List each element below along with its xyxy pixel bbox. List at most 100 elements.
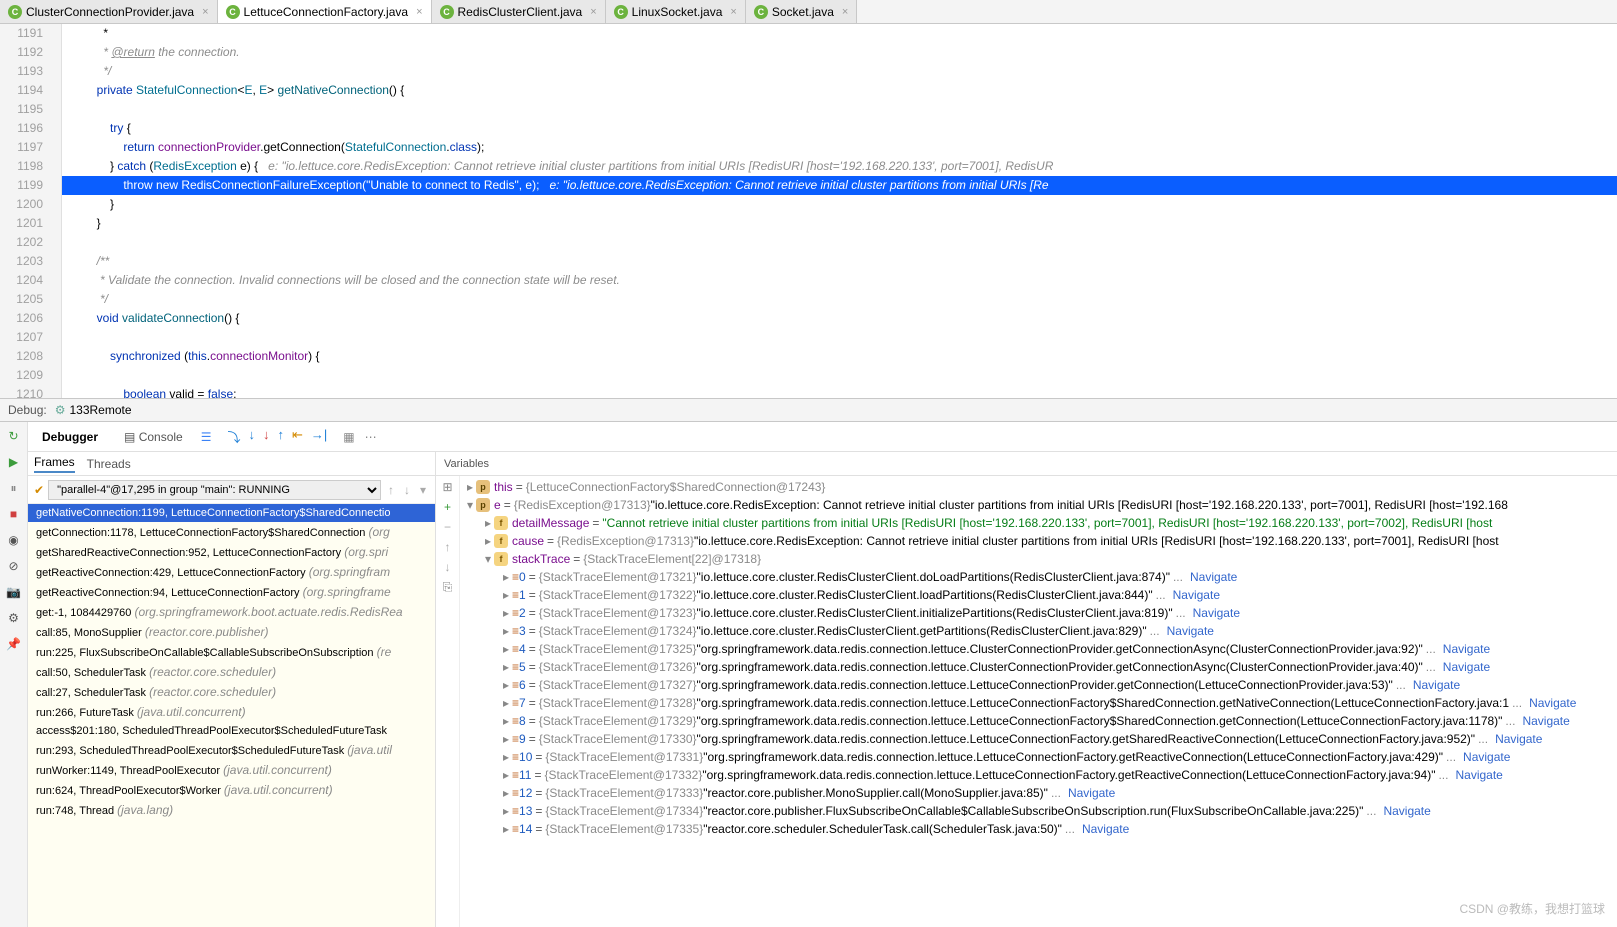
frames-list[interactable]: getNativeConnection:1199, LettuceConnect… [28, 504, 435, 927]
close-icon[interactable]: × [730, 6, 736, 18]
restore-layout-button[interactable]: ⊞ [442, 480, 452, 494]
gutter[interactable]: 1191119211931194119511961197119811991200… [0, 24, 62, 398]
navigate-link[interactable]: Navigate [1173, 588, 1220, 602]
variables-tree[interactable]: ▸pthis={LettuceConnectionFactory$SharedC… [460, 476, 1617, 927]
drop-frame-button[interactable]: ⇤ [292, 427, 303, 446]
tab-3[interactable]: CLinuxSocket.java× [606, 0, 746, 23]
frame-item[interactable]: getNativeConnection:1199, LettuceConnect… [28, 504, 435, 522]
variables-pane: Variables ⊞ + − ↑ ↓ ⎘ ▸pthis={LettuceCon… [436, 452, 1617, 927]
navigate-link[interactable]: Navigate [1443, 642, 1490, 656]
frame-item[interactable]: run:293, ScheduledThreadPoolExecutor$Sch… [28, 740, 435, 760]
var-row[interactable]: ▸≡ 0={StackTraceElement@17321} "io.lettu… [460, 568, 1617, 586]
navigate-link[interactable]: Navigate [1522, 714, 1569, 728]
frame-item[interactable]: call:50, SchedulerTask (reactor.core.sch… [28, 662, 435, 682]
var-row[interactable]: ▸fcause={RedisException@17313} "io.lettu… [460, 532, 1617, 550]
frame-item[interactable]: call:27, SchedulerTask (reactor.core.sch… [28, 682, 435, 702]
pin-button[interactable]: 📌 [4, 634, 24, 654]
new-watch-button[interactable]: + [444, 500, 451, 514]
debug-config[interactable]: ⚙133Remote [55, 403, 132, 417]
frames-tab[interactable]: Frames [34, 455, 75, 473]
tab-4[interactable]: CSocket.java× [746, 0, 857, 23]
navigate-link[interactable]: Navigate [1463, 750, 1510, 764]
debugger-tab[interactable]: Debugger [34, 426, 106, 448]
tab-1[interactable]: CLettuceConnectionFactory.java× [218, 0, 432, 23]
evaluate-button[interactable]: ▦ [343, 430, 354, 444]
navigate-link[interactable]: Navigate [1443, 660, 1490, 674]
frame-item[interactable]: run:225, FluxSubscribeOnCallable$Callabl… [28, 642, 435, 662]
mute-breakpoints-button[interactable]: ⊘ [4, 556, 24, 576]
editor[interactable]: 1191119211931194119511961197119811991200… [0, 24, 1617, 398]
prev-frame-button[interactable]: ↑ [385, 483, 397, 497]
navigate-link[interactable]: Navigate [1190, 570, 1237, 584]
frame-item[interactable]: getReactiveConnection:94, LettuceConnect… [28, 582, 435, 602]
var-row[interactable]: ▸≡ 12={StackTraceElement@17333} "reactor… [460, 784, 1617, 802]
more-button[interactable]: ⋯ [365, 430, 377, 444]
navigate-link[interactable]: Navigate [1413, 678, 1460, 692]
var-row[interactable]: ▸≡ 6={StackTraceElement@17327} "org.spri… [460, 676, 1617, 694]
navigate-link[interactable]: Navigate [1167, 624, 1214, 638]
down-button[interactable]: ↓ [445, 560, 451, 574]
step-over-button[interactable]: ⤵ [227, 427, 240, 446]
navigate-link[interactable]: Navigate [1193, 606, 1240, 620]
filter-button[interactable]: ▾ [417, 483, 429, 497]
frame-item[interactable]: getReactiveConnection:429, LettuceConnec… [28, 562, 435, 582]
var-row[interactable]: ▸≡ 7={StackTraceElement@17328} "org.spri… [460, 694, 1617, 712]
frame-item[interactable]: runWorker:1149, ThreadPoolExecutor (java… [28, 760, 435, 780]
run-to-cursor-button[interactable]: →| [311, 427, 327, 446]
frame-item[interactable]: access$201:180, ScheduledThreadPoolExecu… [28, 722, 435, 740]
frame-item[interactable]: run:266, FutureTask (java.util.concurren… [28, 702, 435, 722]
copy-button[interactable]: ⎘ [443, 580, 453, 595]
navigate-link[interactable]: Navigate [1082, 822, 1129, 836]
view-breakpoints-button[interactable]: ◉ [4, 530, 24, 550]
code-area[interactable]: * * @return the connection. */ private S… [62, 24, 1617, 398]
var-row[interactable]: ▸≡ 11={StackTraceElement@17332} "org.spr… [460, 766, 1617, 784]
step-out-button[interactable]: ↑ [278, 427, 285, 446]
tab-2[interactable]: CRedisClusterClient.java× [432, 0, 606, 23]
close-icon[interactable]: × [842, 6, 848, 18]
stop-button[interactable]: ■ [4, 504, 24, 524]
var-row[interactable]: ▸fdetailMessage="Cannot retrieve initial… [460, 514, 1617, 532]
step-into-button[interactable]: ↓ [249, 427, 256, 446]
tab-0[interactable]: CClusterConnectionProvider.java× [0, 0, 218, 23]
var-row[interactable]: ▸≡ 13={StackTraceElement@17334} "reactor… [460, 802, 1617, 820]
var-row[interactable]: ▾fstackTrace={StackTraceElement[22]@1731… [460, 550, 1617, 568]
navigate-link[interactable]: Navigate [1529, 696, 1576, 710]
navigate-link[interactable]: Navigate [1068, 786, 1115, 800]
var-row[interactable]: ▸≡ 10={StackTraceElement@17331} "org.spr… [460, 748, 1617, 766]
frame-item[interactable]: call:85, MonoSupplier (reactor.core.publ… [28, 622, 435, 642]
rerun-button[interactable]: ↻ [4, 426, 24, 446]
force-step-into-button[interactable]: ↓ [263, 427, 270, 446]
close-icon[interactable]: × [416, 6, 422, 18]
frame-item[interactable]: getConnection:1178, LettuceConnectionFac… [28, 522, 435, 542]
var-row[interactable]: ▸pthis={LettuceConnectionFactory$SharedC… [460, 478, 1617, 496]
close-icon[interactable]: × [202, 6, 208, 18]
var-row[interactable]: ▸≡ 14={StackTraceElement@17335} "reactor… [460, 820, 1617, 838]
settings-button[interactable]: ⚙ [4, 608, 24, 628]
console-tab[interactable]: ▤ Console [116, 426, 191, 448]
var-row[interactable]: ▸≡ 3={StackTraceElement@17324} "io.lettu… [460, 622, 1617, 640]
next-frame-button[interactable]: ↓ [401, 483, 413, 497]
navigate-link[interactable]: Navigate [1383, 804, 1430, 818]
threads-tab[interactable]: Threads [87, 457, 131, 471]
navigate-link[interactable]: Navigate [1495, 732, 1542, 746]
frame-item[interactable]: getSharedReactiveConnection:952, Lettuce… [28, 542, 435, 562]
var-row[interactable]: ▸≡ 4={StackTraceElement@17325} "org.spri… [460, 640, 1617, 658]
frame-item[interactable]: run:624, ThreadPoolExecutor$Worker (java… [28, 780, 435, 800]
var-row[interactable]: ▸≡ 2={StackTraceElement@17323} "io.lettu… [460, 604, 1617, 622]
pause-button[interactable]: ⏸ [4, 478, 24, 498]
var-row[interactable]: ▸≡ 9={StackTraceElement@17330} "org.spri… [460, 730, 1617, 748]
resume-button[interactable]: ▶ [4, 452, 24, 472]
thread-dropdown[interactable]: "parallel-4"@17,295 in group "main": RUN… [48, 480, 381, 500]
navigate-link[interactable]: Navigate [1455, 768, 1502, 782]
snapshot-button[interactable]: 📷 [4, 582, 24, 602]
threads-icon[interactable]: ☰ [201, 430, 212, 444]
var-row[interactable]: ▸≡ 1={StackTraceElement@17322} "io.lettu… [460, 586, 1617, 604]
remove-watch-button[interactable]: − [444, 520, 451, 534]
close-icon[interactable]: × [590, 6, 596, 18]
frame-item[interactable]: run:748, Thread (java.lang) [28, 800, 435, 820]
var-row[interactable]: ▸≡ 8={StackTraceElement@17329} "org.spri… [460, 712, 1617, 730]
var-row[interactable]: ▸≡ 5={StackTraceElement@17326} "org.spri… [460, 658, 1617, 676]
up-button[interactable]: ↑ [445, 540, 451, 554]
frame-item[interactable]: get:-1, 1084429760 (org.springframework.… [28, 602, 435, 622]
var-row[interactable]: ▾pe={RedisException@17313} "io.lettuce.c… [460, 496, 1617, 514]
